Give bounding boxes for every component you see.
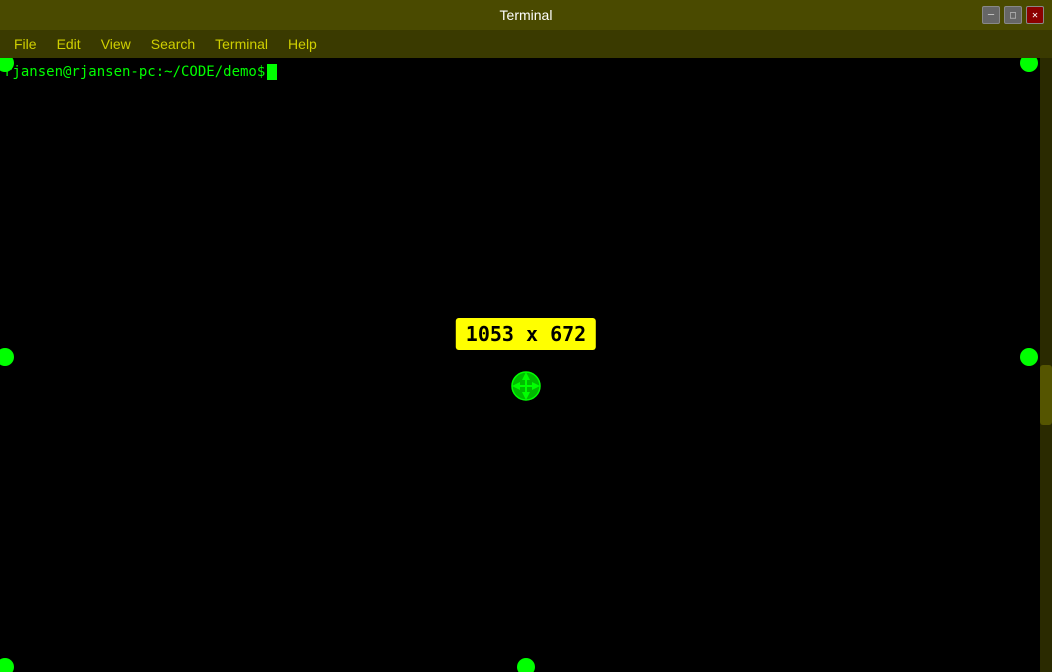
- menu-file[interactable]: File: [4, 34, 47, 54]
- dot-left-middle: [0, 348, 14, 366]
- maximize-button[interactable]: □: [1004, 6, 1022, 24]
- prompt-line: rjansen@rjansen-pc:~/CODE/demo$: [4, 64, 1048, 80]
- window-title: Terminal: [500, 7, 553, 23]
- window-controls: ─ □ ✕: [982, 6, 1044, 24]
- minimize-button[interactable]: ─: [982, 6, 1000, 24]
- scrollbar-thumb[interactable]: [1040, 365, 1052, 425]
- dot-right-middle: [1020, 348, 1038, 366]
- cursor: [267, 64, 277, 80]
- dot-bottom-center: [517, 658, 535, 672]
- title-bar: Terminal ─ □ ✕: [0, 0, 1052, 30]
- menu-edit[interactable]: Edit: [47, 34, 91, 54]
- menu-view[interactable]: View: [91, 34, 141, 54]
- scrollbar[interactable]: [1040, 58, 1052, 672]
- menu-terminal[interactable]: Terminal: [205, 34, 278, 54]
- close-button[interactable]: ✕: [1026, 6, 1044, 24]
- menu-bar: File Edit View Search Terminal Help: [0, 30, 1052, 58]
- prompt-text: rjansen@rjansen-pc:~/CODE/demo$: [4, 64, 265, 80]
- dot-bottom-left: [0, 658, 14, 672]
- move-cursor-icon: [508, 368, 544, 404]
- menu-help[interactable]: Help: [278, 34, 327, 54]
- terminal-body[interactable]: rjansen@rjansen-pc:~/CODE/demo$ 1053 x 6…: [0, 58, 1052, 672]
- terminal-window: Terminal ─ □ ✕ File Edit View Search Ter…: [0, 0, 1052, 672]
- dimension-label: 1053 x 672: [456, 318, 596, 350]
- menu-search[interactable]: Search: [141, 34, 205, 54]
